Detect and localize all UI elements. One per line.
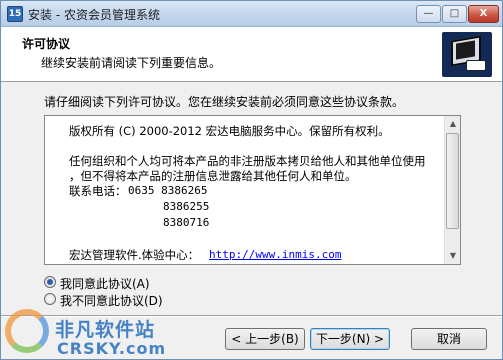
- decline-radio[interactable]: [44, 293, 56, 305]
- setup-app-icon: 15: [7, 6, 23, 22]
- license-phone-2: 8386255: [163, 200, 210, 213]
- scroll-down-arrow-icon[interactable]: ▼: [445, 248, 460, 264]
- license-phone-label: 联系电话：: [69, 184, 127, 198]
- license-phone-3: 8380716: [163, 216, 210, 229]
- title-bar[interactable]: 15 安装 - 农资会员管理系统 — □ X: [1, 1, 502, 27]
- license-content: 版权所有 (C) 2000-2012 宏达电脑服务中心。保留所有权利。 任何组织…: [45, 116, 444, 264]
- screen-shape: [456, 40, 475, 60]
- watermark-en-text: CRSKY.com: [57, 339, 167, 358]
- scroll-thumb[interactable]: [446, 133, 459, 229]
- decline-label[interactable]: 我不同意此协议(D): [60, 292, 163, 309]
- license-terms-line-2: ，但不得将本产品的注册信息泄露给其他任何人和单位。: [69, 169, 357, 183]
- scroll-up-arrow-icon[interactable]: ▲: [445, 116, 460, 132]
- intro-text: 请仔细阅读下列许可协议。您在继续安装前必须同意这些协议条款。: [44, 95, 405, 109]
- installer-window: 15 安装 - 农资会员管理系统 — □ X 许可协议 继续安装前请阅读下列重要…: [0, 0, 503, 360]
- wizard-header: 许可协议 继续安装前请阅读下列重要信息。: [1, 27, 502, 82]
- page-title: 许可协议: [22, 37, 71, 51]
- license-phone-1: 0635 8386265: [128, 184, 208, 197]
- accept-radio[interactable]: [44, 276, 56, 288]
- computer-install-icon: [442, 32, 492, 77]
- window-title: 安装 - 农资会员管理系统: [28, 8, 160, 22]
- license-textbox[interactable]: 版权所有 (C) 2000-2012 宏达电脑服务中心。保留所有权利。 任何组织…: [44, 115, 461, 265]
- cancel-button[interactable]: 取消: [411, 328, 487, 350]
- back-button[interactable]: < 上一步(B): [225, 328, 305, 350]
- disk-shape: [466, 60, 486, 71]
- accept-label[interactable]: 我同意此协议(A): [60, 275, 150, 292]
- license-terms-line-1: 任何组织和个人均可将本产品的非注册版本拷贝给他人和其他单位使用: [69, 154, 426, 168]
- minimize-button[interactable]: —: [416, 5, 441, 23]
- page-subtitle: 继续安装前请阅读下列重要信息。: [41, 56, 222, 70]
- next-button[interactable]: 下一步(N) >: [310, 328, 390, 350]
- footer-divider: [1, 315, 502, 317]
- maximize-button[interactable]: □: [442, 5, 467, 23]
- license-trial-label: 宏达管理软件.体验中心：: [69, 248, 200, 262]
- license-scrollbar[interactable]: ▲ ▼: [444, 116, 460, 264]
- license-copyright: 版权所有 (C) 2000-2012 宏达电脑服务中心。保留所有权利。: [69, 124, 390, 138]
- close-button[interactable]: X: [468, 5, 499, 23]
- license-trial-link-wrap: http://www.inmis.com: [209, 247, 341, 261]
- watermark-cn-text: 非凡软件站: [55, 319, 156, 341]
- site-watermark: 非凡软件站 CRSKY.com: [1, 301, 171, 359]
- trial-url-link[interactable]: http://www.inmis.com: [209, 248, 341, 261]
